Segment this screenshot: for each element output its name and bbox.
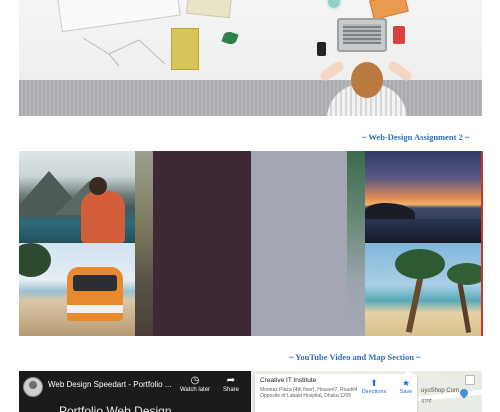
hero-floor (19, 80, 482, 116)
save-label: Save (399, 389, 413, 395)
video-map-section-title: ~ YouTube Video and Map Section ~ (289, 352, 421, 362)
hero-notebook (185, 0, 233, 19)
fullscreen-icon[interactable] (465, 375, 475, 385)
save-button[interactable]: ★ Save (391, 378, 421, 395)
hero-calculator (393, 26, 405, 44)
hero-laptop (337, 18, 387, 52)
gallery-panel-gray[interactable] (251, 151, 347, 336)
video-overlay-text: Portfolio Web Design (59, 404, 172, 412)
sunset-shore (365, 219, 482, 243)
youtube-video-embed[interactable]: Web Design Speedart - Portfolio ... ◷ Wa… (19, 371, 251, 412)
hero-person (318, 56, 414, 116)
gallery-image-palm-beach[interactable] (365, 243, 482, 336)
star-icon: ★ (401, 378, 411, 388)
hiker-backpack (81, 191, 125, 243)
assignment-section-title: ~ Web-Design Assignment 2 ~ (362, 132, 470, 142)
gallery-image-slice[interactable] (135, 151, 153, 336)
hero-person-left-arm (318, 59, 346, 83)
gallery-image-slice[interactable] (347, 151, 365, 336)
palm-leaves (395, 249, 445, 279)
video-title[interactable]: Web Design Speedart - Portfolio ... (48, 380, 171, 389)
channel-avatar[interactable] (23, 377, 43, 397)
hero-yellow-book (171, 28, 199, 70)
map-poi-label: uyoShop Com (421, 388, 460, 394)
hero-banner-image (19, 0, 482, 116)
van-tree (19, 243, 51, 277)
google-map-embed[interactable]: uyoShop Com বাসা Creative IT Institute M… (251, 371, 482, 412)
watch-later-label: Watch later (179, 387, 211, 393)
hiker-head (89, 177, 107, 195)
hero-person-right-arm (386, 59, 414, 83)
hero-sketch-paper (57, 0, 181, 33)
hero-phone (317, 42, 326, 56)
gallery-image-beach-sunset[interactable] (365, 151, 482, 243)
gallery-image-mountain-hiker[interactable] (19, 151, 135, 243)
palm-leaves (447, 263, 482, 285)
map-poi-label: বাসা (421, 399, 432, 405)
orange-van (67, 267, 123, 321)
gallery-panel-dark[interactable] (153, 151, 251, 336)
place-address: Momtaz Plaza (4th floor), House#7, Road#… (260, 387, 358, 400)
hero-chair-sketch (82, 37, 166, 67)
hero-person-hair (351, 62, 383, 98)
map-place-card: Creative IT Institute Momtaz Plaza (4th … (255, 374, 417, 412)
hero-plant (221, 29, 239, 47)
place-name[interactable]: Creative IT Institute (260, 377, 412, 384)
directions-label: Directions (361, 389, 387, 395)
directions-icon: ⬆ (370, 378, 378, 388)
gallery-border-line (481, 151, 483, 336)
image-gallery (19, 151, 482, 336)
directions-button[interactable]: ⬆ Directions (359, 378, 389, 395)
hero-cup (326, 0, 342, 10)
clock-icon: ◷ (190, 375, 200, 386)
gallery-image-orange-van[interactable] (19, 243, 135, 336)
share-icon: ➦ (226, 375, 236, 386)
share-button[interactable]: ➦ Share (213, 375, 249, 393)
watch-later-button[interactable]: ◷ Watch later (175, 375, 215, 393)
share-label: Share (222, 387, 239, 393)
